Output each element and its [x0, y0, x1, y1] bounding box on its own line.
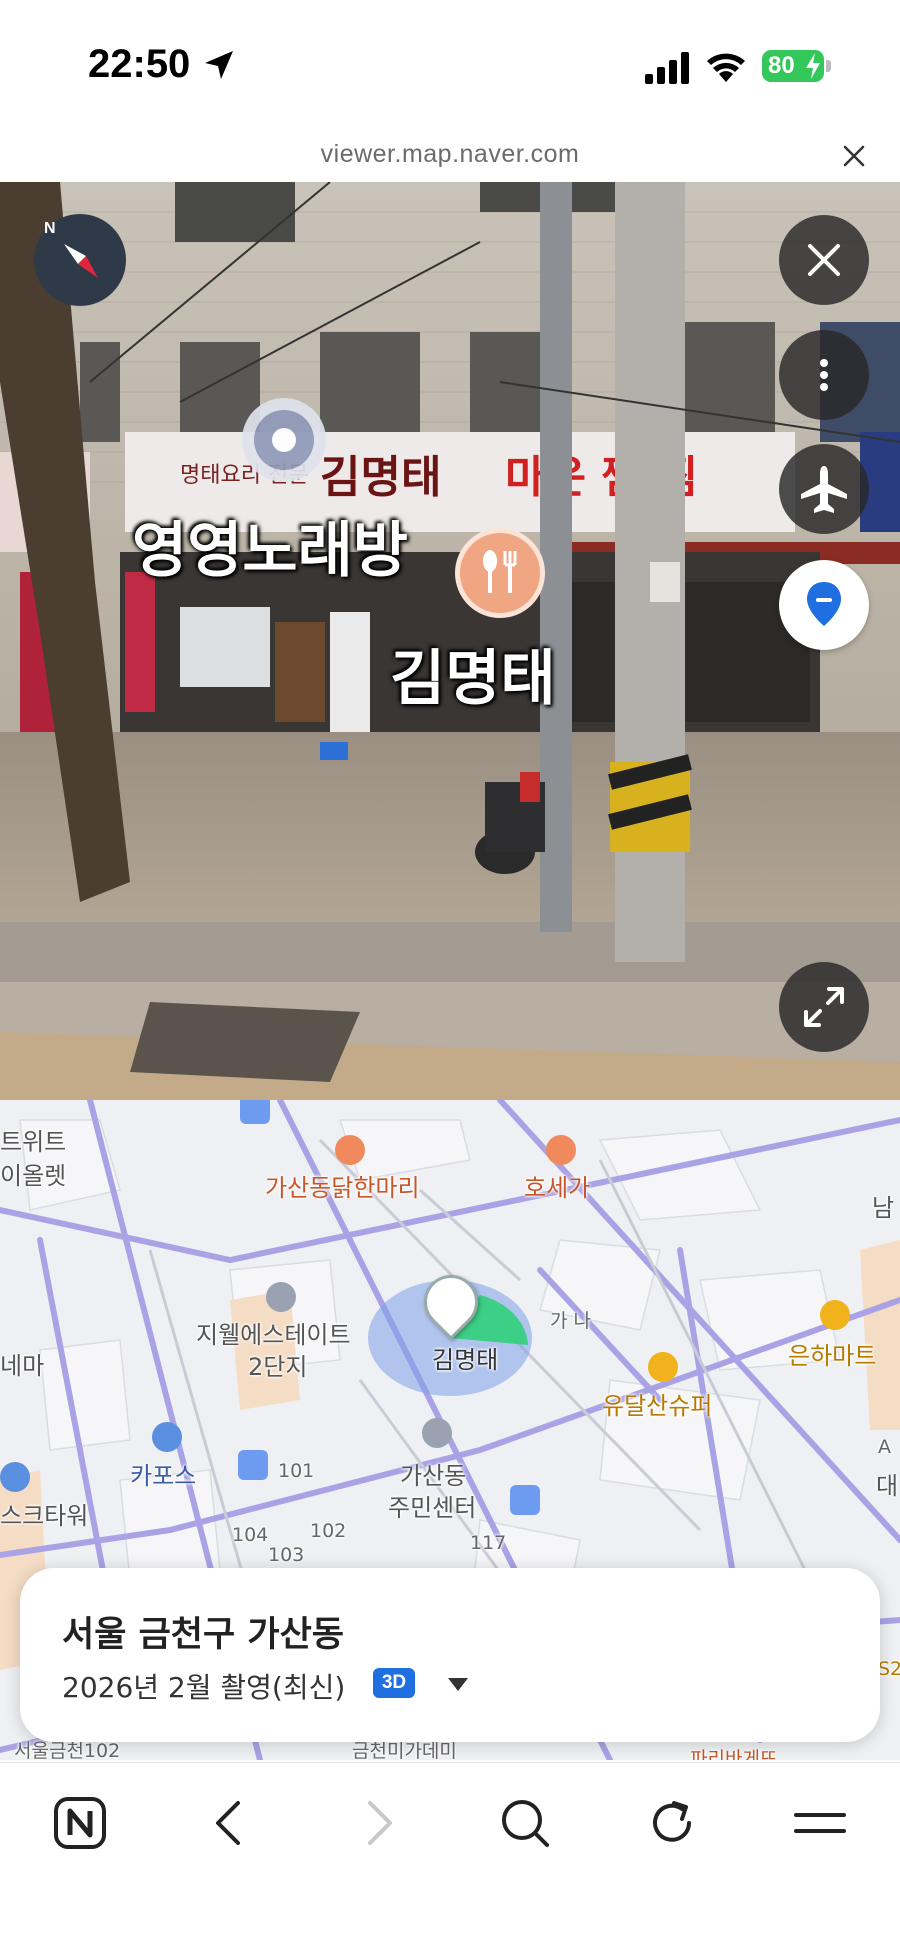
- map-place-label[interactable]: 가산동: [400, 1456, 466, 1491]
- location-info-card[interactable]: 서울 금천구 가산동 2026년 2월 촬영(최신) 3D: [20, 1568, 880, 1742]
- more-options-button[interactable]: [779, 330, 869, 420]
- capture-date[interactable]: 2026년 2월 촬영(최신): [62, 1666, 345, 1706]
- close-tab-icon[interactable]: [838, 140, 870, 172]
- location-arrow-icon: [205, 51, 233, 79]
- search-icon: [502, 1800, 549, 1847]
- cellular-signal-icon: [645, 52, 689, 84]
- status-bar: 22:50 80: [0, 0, 900, 130]
- status-time: 22:50: [88, 42, 191, 86]
- battery-charging-icon: [806, 53, 820, 79]
- map-place-label[interactable]: 카포스: [130, 1456, 196, 1491]
- map-place-label[interactable]: 이올렛: [0, 1156, 66, 1191]
- back-icon: [216, 1801, 240, 1845]
- aerial-view-button[interactable]: [779, 444, 869, 534]
- fork-knife-icon: [483, 550, 517, 593]
- browser-toolbar: [0, 1762, 900, 1951]
- map-place-label[interactable]: 스크타워: [0, 1496, 88, 1531]
- building-number-label: 103: [268, 1544, 305, 1566]
- bus-stop-icon: [238, 1450, 268, 1480]
- airplane-icon: [801, 466, 847, 513]
- karaoke-poi-pin[interactable]: [242, 398, 326, 482]
- naver-home-icon: [54, 1797, 106, 1849]
- map-place-label[interactable]: 유달산슈퍼: [602, 1386, 712, 1421]
- naver-home-button[interactable]: [50, 1793, 110, 1853]
- close-street-view-button[interactable]: [779, 215, 869, 305]
- fullscreen-button[interactable]: [779, 962, 869, 1052]
- more-icon: [820, 359, 828, 391]
- store-map-icon: [648, 1352, 678, 1382]
- wifi-icon: [707, 53, 745, 82]
- map-place-label: 파리바게뜨: [690, 1748, 778, 1760]
- chevron-down-icon[interactable]: [448, 1678, 468, 1692]
- building-number-label: 104: [232, 1524, 269, 1546]
- map-place-label[interactable]: 네마: [0, 1346, 44, 1381]
- map-place-label[interactable]: 남: [872, 1188, 894, 1223]
- building-number-label: 102: [310, 1520, 347, 1542]
- building-number-label: 101: [278, 1460, 315, 1482]
- government-map-icon: [422, 1418, 452, 1448]
- menu-icon: [794, 1813, 846, 1833]
- 3d-badge: 3D: [373, 1668, 415, 1698]
- forward-icon: [368, 1801, 392, 1845]
- map-current-label[interactable]: 김명태: [432, 1340, 498, 1375]
- reload-icon: [653, 1801, 691, 1842]
- bus-stop-icon: [510, 1485, 540, 1515]
- map-place-label[interactable]: 가산동닭한마리: [265, 1168, 420, 1203]
- street-view-panorama[interactable]: 명태요리 전문 김명태 마운 찜 찜 N 영영노래방 김명태: [0, 182, 900, 1100]
- map-place-label[interactable]: 은하마트: [788, 1336, 876, 1371]
- page: 22:50 80 viewer.map.naver.com 명태요리 전문 김명…: [0, 0, 900, 1951]
- location-pin-icon: [807, 582, 841, 626]
- map-place-label[interactable]: 호세가: [524, 1168, 590, 1203]
- forward-button[interactable]: [348, 1793, 408, 1853]
- location-title: 서울 금천구 가산동: [62, 1615, 344, 1655]
- car-service-map-icon: [152, 1422, 182, 1452]
- building-map-icon: [266, 1282, 296, 1312]
- karaoke-label[interactable]: 영영노래방: [132, 502, 408, 589]
- back-button[interactable]: [200, 1793, 260, 1853]
- battery-indicator: 80: [762, 50, 824, 82]
- battery-level: 80: [768, 52, 795, 79]
- building-number-label: 117: [470, 1532, 507, 1554]
- svg-text:김명태: 김명태: [320, 452, 441, 503]
- map-place-label: S2: [878, 1658, 900, 1680]
- location-pin-button[interactable]: [779, 560, 869, 650]
- reload-button[interactable]: [642, 1793, 702, 1853]
- restaurant-map-icon: [335, 1135, 365, 1165]
- map-place-label[interactable]: 트위트: [0, 1122, 66, 1157]
- menu-button[interactable]: [790, 1793, 850, 1853]
- map-place-label: 가 나: [550, 1310, 591, 1332]
- store-map-icon: [820, 1300, 850, 1330]
- map-place-label[interactable]: 지웰에스테이트: [196, 1315, 351, 1350]
- search-button[interactable]: [495, 1793, 555, 1853]
- bus-stop-icon: [240, 1100, 270, 1124]
- restaurant-label[interactable]: 김명태: [390, 630, 556, 717]
- map-place-label[interactable]: 대: [876, 1466, 898, 1501]
- building-map-icon: [0, 1462, 30, 1492]
- map-place-label[interactable]: 주민센터: [388, 1488, 476, 1523]
- restaurant-map-icon: [546, 1135, 576, 1165]
- battery-nub: [826, 60, 831, 72]
- close-icon: [808, 244, 840, 276]
- compass-icon[interactable]: N: [34, 214, 126, 306]
- restaurant-poi-pin[interactable]: [455, 528, 545, 618]
- url-bar[interactable]: viewer.map.naver.com: [0, 130, 900, 182]
- expand-icon: [804, 987, 844, 1027]
- map-place-label: A: [878, 1436, 891, 1458]
- map-place-label[interactable]: 2단지: [248, 1347, 307, 1382]
- url-text[interactable]: viewer.map.naver.com: [0, 140, 900, 169]
